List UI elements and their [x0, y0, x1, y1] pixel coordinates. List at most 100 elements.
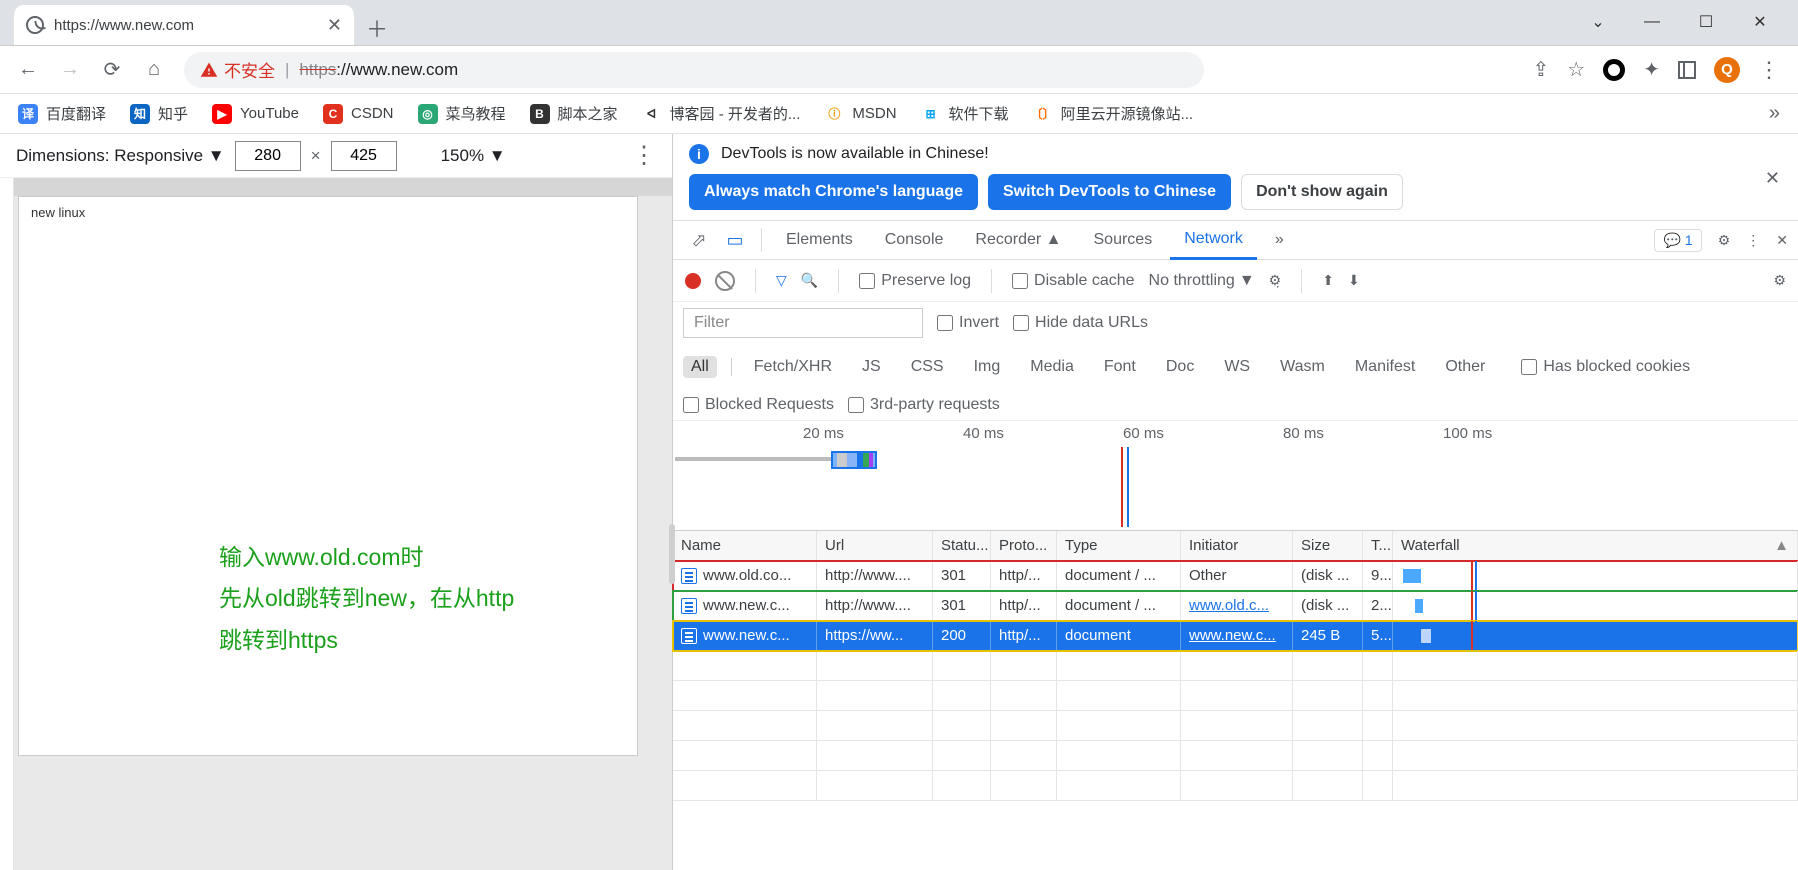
filter-chip[interactable]: WS — [1216, 356, 1258, 378]
filter-chip[interactable]: Img — [966, 356, 1009, 378]
tabs-overflow-icon[interactable]: » — [1261, 220, 1298, 260]
table-row[interactable]: www.new.c... https://ww... 200 http/... … — [673, 621, 1798, 651]
browser-tab[interactable]: https://www.new.com ✕ — [14, 5, 354, 45]
bookmark-icon: ▶ — [212, 104, 232, 124]
dimensions-select[interactable]: Dimensions: Responsive ▼ — [16, 146, 225, 166]
col-name[interactable]: Name — [673, 531, 817, 560]
bookmark-label: MSDN — [852, 105, 896, 122]
bookmarks-overflow-icon[interactable]: » — [1769, 102, 1780, 125]
new-tab-button[interactable]: ＋ — [360, 11, 394, 45]
close-tab-icon[interactable]: ✕ — [327, 15, 342, 36]
ring-icon[interactable] — [1603, 59, 1625, 81]
timeline[interactable]: 20 ms 40 ms 60 ms 80 ms 100 ms — [673, 421, 1798, 531]
bookmark-item[interactable]: ᐊ 博客园 - 开发者的... — [642, 103, 801, 124]
tab-sources[interactable]: Sources — [1080, 220, 1167, 260]
tab-network[interactable]: Network — [1170, 220, 1257, 260]
throttle-select[interactable]: No throttling ▼ — [1149, 272, 1255, 290]
col-waterfall[interactable]: Waterfall▲ — [1393, 531, 1798, 560]
bookmark-item[interactable]: ⊞ 软件下载 — [921, 103, 1009, 124]
chevron-down-icon[interactable]: ⌄ — [1588, 12, 1608, 32]
sidepanel-icon[interactable] — [1678, 61, 1696, 79]
messages-badge[interactable]: 💬 1 — [1654, 229, 1701, 252]
table-row[interactable]: www.old.co... http://www.... 301 http/..… — [673, 561, 1798, 591]
filter-chip[interactable]: Manifest — [1347, 356, 1423, 378]
table-row[interactable]: www.new.c... http://www.... 301 http/...… — [673, 591, 1798, 621]
search-icon[interactable]: 🔍 — [801, 272, 818, 289]
reload-button[interactable]: ⟳ — [94, 52, 130, 88]
blocked-cookies-check[interactable]: Has blocked cookies — [1521, 358, 1690, 376]
extensions-icon[interactable]: ✦ — [1643, 57, 1660, 82]
zoom-select[interactable]: 150% ▼ — [441, 146, 506, 166]
home-button[interactable]: ⌂ — [136, 52, 172, 88]
forward-button[interactable]: → — [52, 52, 88, 88]
star-icon[interactable]: ☆ — [1567, 57, 1585, 82]
device-menu-icon[interactable]: ⋮ — [632, 141, 656, 170]
col-time[interactable]: T... — [1363, 531, 1393, 560]
filter-chip[interactable]: Doc — [1158, 356, 1202, 378]
thirdparty-check[interactable]: 3rd-party requests — [848, 396, 1000, 414]
disable-cache-check[interactable]: Disable cache — [1012, 272, 1135, 290]
switch-chinese-button[interactable]: Switch DevTools to Chinese — [988, 174, 1231, 210]
filter-chip[interactable]: Fetch/XHR — [746, 356, 840, 378]
tab-recorder[interactable]: Recorder ▲ — [961, 220, 1075, 260]
filter-chip[interactable]: Media — [1022, 356, 1082, 378]
banner-close-icon[interactable]: ✕ — [1765, 168, 1780, 189]
kebab-menu-icon[interactable]: ⋮ — [1758, 57, 1780, 83]
tab-console[interactable]: Console — [871, 220, 958, 260]
filter-chip[interactable]: All — [683, 356, 717, 378]
upload-icon[interactable]: ⬆ — [1322, 272, 1334, 289]
dont-show-button[interactable]: Don't show again — [1241, 174, 1403, 210]
width-input[interactable] — [235, 141, 301, 171]
devtools-menu-icon[interactable]: ⋮ — [1746, 232, 1760, 249]
bookmark-item[interactable]: C CSDN — [323, 104, 394, 124]
invert-check[interactable]: Invert — [937, 314, 999, 332]
back-button[interactable]: ← — [10, 52, 46, 88]
rendered-page[interactable]: new linux 输入www.old.com时 先从old跳转到new，在从h… — [18, 196, 638, 756]
cell-name: www.new.c... — [703, 597, 790, 614]
url-field[interactable]: 不安全 | https://www.new.com — [184, 52, 1204, 88]
filter-chip[interactable]: Font — [1096, 356, 1144, 378]
devtools-close-icon[interactable]: ✕ — [1776, 232, 1788, 249]
network-settings-gear-icon[interactable]: ⚙ — [1773, 272, 1786, 289]
device-toggle-icon[interactable]: ▭ — [719, 230, 751, 251]
bookmark-item[interactable]: B 脚本之家 — [530, 103, 618, 124]
filter-input[interactable]: Filter — [683, 308, 923, 338]
bookmark-item[interactable]: ▶ YouTube — [212, 104, 299, 124]
wifi-icon[interactable]: ⚙̣ — [1269, 272, 1282, 289]
filter-icon[interactable]: ▽ — [776, 272, 787, 289]
bookmark-item[interactable]: 〔〕 阿里云开源镜像站... — [1033, 103, 1194, 124]
filter-chip[interactable]: Other — [1437, 356, 1493, 378]
address-bar: ← → ⟳ ⌂ 不安全 | https://www.new.com ⇪ ☆ ✦ … — [0, 46, 1798, 94]
match-language-button[interactable]: Always match Chrome's language — [689, 174, 978, 210]
filter-chip[interactable]: JS — [854, 356, 889, 378]
preserve-log-check[interactable]: Preserve log — [859, 272, 971, 290]
inspect-icon[interactable]: ⬀ — [683, 230, 715, 251]
blocked-requests-check[interactable]: Blocked Requests — [683, 396, 834, 414]
col-initiator[interactable]: Initiator — [1181, 531, 1293, 560]
bookmark-item[interactable]: ⓘ MSDN — [824, 104, 896, 124]
tab-elements[interactable]: Elements — [772, 220, 867, 260]
col-type[interactable]: Type — [1057, 531, 1181, 560]
col-protocol[interactable]: Proto... — [991, 531, 1057, 560]
bookmark-item[interactable]: 知 知乎 — [130, 103, 188, 124]
profile-avatar[interactable]: Q — [1714, 57, 1740, 83]
download-icon[interactable]: ⬇ — [1348, 272, 1360, 289]
maximize-icon[interactable]: ☐ — [1696, 12, 1716, 32]
col-url[interactable]: Url — [817, 531, 933, 560]
share-icon[interactable]: ⇪ — [1533, 57, 1550, 82]
bookmark-item[interactable]: 译 百度翻译 — [18, 103, 106, 124]
clear-icon[interactable] — [715, 271, 735, 291]
minimize-icon[interactable]: — — [1642, 13, 1662, 31]
hide-dataurls-check[interactable]: Hide data URLs — [1013, 314, 1148, 332]
settings-gear-icon[interactable]: ⚙ — [1718, 232, 1731, 249]
record-icon[interactable] — [685, 273, 701, 289]
col-status[interactable]: Statu... — [933, 531, 991, 560]
close-window-icon[interactable]: ✕ — [1750, 12, 1770, 32]
filter-chip[interactable]: CSS — [903, 356, 952, 378]
col-size[interactable]: Size — [1293, 531, 1363, 560]
resize-handle[interactable] — [669, 524, 675, 584]
filter-chip[interactable]: Wasm — [1272, 356, 1333, 378]
bookmark-item[interactable]: ◎ 菜鸟教程 — [418, 103, 506, 124]
height-input[interactable] — [331, 141, 397, 171]
cell-name: www.old.co... — [703, 567, 791, 584]
